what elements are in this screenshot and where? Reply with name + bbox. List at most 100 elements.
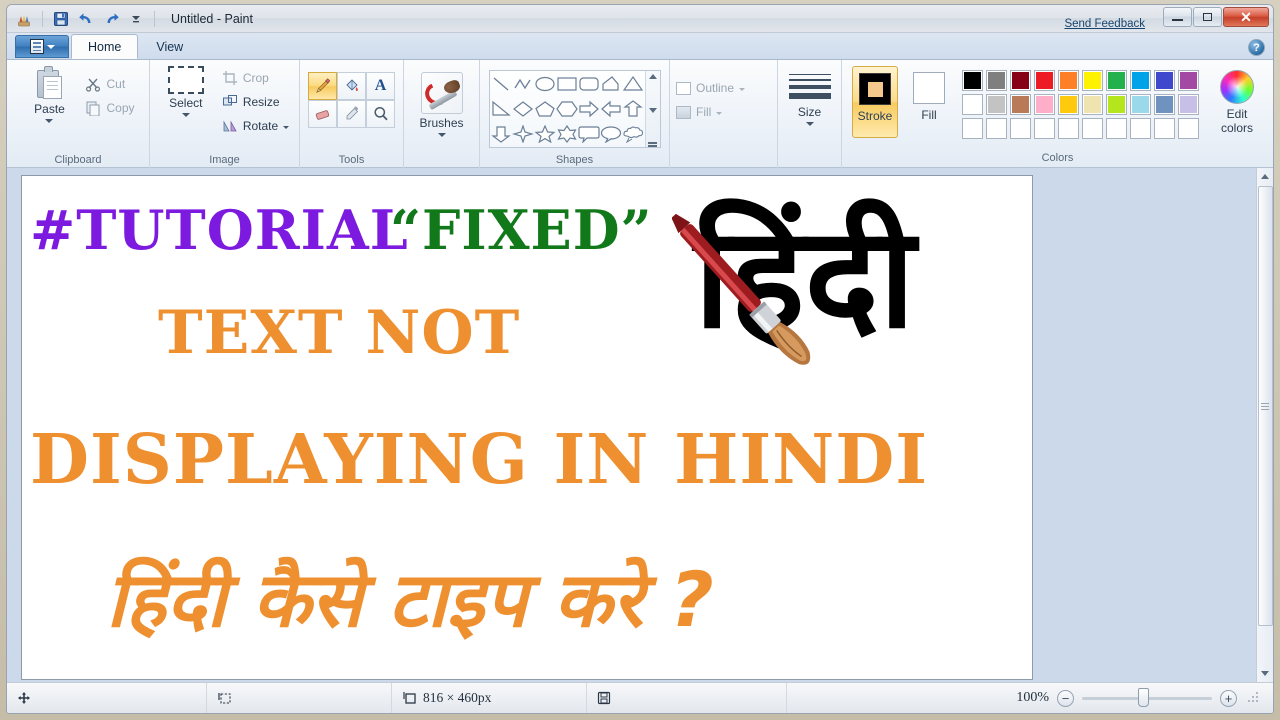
color-swatch[interactable] [1008, 68, 1032, 92]
pencil-tool[interactable] [308, 72, 337, 100]
paste-button[interactable]: Paste [21, 64, 77, 123]
select-button[interactable]: Select [160, 64, 212, 117]
rotate-button[interactable]: Rotate [222, 114, 289, 138]
shape-six-point-star[interactable] [556, 122, 578, 147]
save-icon[interactable] [50, 9, 72, 29]
zoom-slider-knob[interactable] [1138, 688, 1149, 707]
color-swatch[interactable] [1056, 68, 1080, 92]
zoom-out-button[interactable]: − [1057, 690, 1074, 707]
color-swatch[interactable] [1032, 68, 1056, 92]
text-tool[interactable]: A [366, 72, 395, 100]
color-swatch[interactable] [1080, 92, 1104, 116]
redo-icon[interactable] [100, 9, 122, 29]
color-swatch[interactable] [960, 92, 984, 116]
shape-oval-callout[interactable] [600, 122, 622, 147]
outline-button[interactable]: Outline [676, 76, 745, 100]
paint-app-icon[interactable] [13, 9, 35, 29]
shape-hexagon[interactable] [556, 96, 578, 121]
shape-pentagon[interactable] [534, 96, 556, 121]
color-swatch[interactable] [1128, 68, 1152, 92]
shape-line[interactable] [490, 71, 512, 96]
tab-view[interactable]: View [140, 35, 199, 59]
shape-oval[interactable] [534, 71, 556, 96]
color-swatch[interactable] [1128, 92, 1152, 116]
custom-color-swatch[interactable] [1104, 116, 1128, 140]
crop-button[interactable]: Crop [222, 66, 289, 90]
undo-icon[interactable] [75, 9, 97, 29]
window-resize-grip[interactable] [1247, 692, 1259, 704]
restore-button[interactable] [1193, 7, 1222, 27]
eraser-tool[interactable] [308, 100, 337, 128]
magnifier-tool[interactable] [366, 100, 395, 128]
color-swatch[interactable] [984, 92, 1008, 116]
cut-button[interactable]: Cut [85, 72, 134, 96]
color-swatch[interactable] [1176, 92, 1200, 116]
color-swatch[interactable] [1032, 92, 1056, 116]
rotate-chevron-down-icon[interactable] [283, 126, 289, 129]
shape-right-arrow[interactable] [578, 96, 600, 121]
shape-left-arrow[interactable] [600, 96, 622, 121]
custom-color-swatch[interactable] [1032, 116, 1056, 140]
stroke-color-button[interactable]: Stroke [852, 66, 898, 138]
color-swatch[interactable] [1008, 92, 1032, 116]
zoom-in-button[interactable]: + [1220, 690, 1237, 707]
brushes-chevron-down-icon[interactable] [438, 133, 446, 137]
shape-rectangle[interactable] [556, 71, 578, 96]
custom-color-swatch[interactable] [960, 116, 984, 140]
color-swatch[interactable] [1152, 68, 1176, 92]
color-swatch[interactable] [1104, 68, 1128, 92]
color-swatch[interactable] [960, 68, 984, 92]
zoom-slider[interactable] [1082, 691, 1212, 705]
minimize-button[interactable] [1163, 7, 1192, 27]
color-swatch[interactable] [1104, 92, 1128, 116]
copy-button[interactable]: Copy [85, 96, 134, 120]
shape-down-arrow[interactable] [490, 122, 512, 147]
shape-curve[interactable] [512, 71, 534, 96]
fill-with-color-tool[interactable] [337, 72, 366, 100]
brushes-button[interactable]: Brushes [410, 70, 474, 137]
custom-color-swatch[interactable] [1080, 116, 1104, 140]
shape-rounded-rectangle[interactable] [578, 71, 600, 96]
color-swatch[interactable] [1056, 92, 1080, 116]
color-swatch[interactable] [1176, 68, 1200, 92]
scroll-up-icon[interactable] [1257, 168, 1274, 185]
file-menu-button[interactable] [15, 35, 69, 58]
custom-color-swatch[interactable] [1056, 116, 1080, 140]
expand-gallery-icon[interactable] [648, 142, 657, 144]
shape-diamond[interactable] [512, 96, 534, 121]
tab-home[interactable]: Home [71, 34, 138, 59]
edit-colors-button[interactable]: Edit colors [1208, 66, 1266, 135]
shape-polygon[interactable] [600, 71, 622, 96]
resize-button[interactable]: Resize [222, 90, 289, 114]
custom-color-swatch[interactable] [984, 116, 1008, 140]
close-button[interactable]: ✕ [1223, 7, 1269, 27]
fill-button[interactable]: Fill [676, 100, 722, 124]
shapes-scrollbar[interactable] [645, 71, 660, 147]
custom-color-swatch[interactable] [1128, 116, 1152, 140]
scroll-down-icon[interactable] [649, 108, 657, 113]
select-chevron-down-icon[interactable] [182, 113, 190, 117]
color-picker-tool[interactable] [337, 100, 366, 128]
shape-five-point-star[interactable] [534, 122, 556, 147]
send-feedback-link[interactable]: Send Feedback [1064, 18, 1145, 30]
customize-caret-icon[interactable] [125, 9, 147, 29]
size-chevron-down-icon[interactable] [806, 122, 814, 126]
fill-color-button[interactable]: Fill [906, 66, 952, 138]
scroll-down-icon[interactable] [1257, 665, 1274, 682]
custom-color-swatch[interactable] [1008, 116, 1032, 140]
help-icon[interactable]: ? [1248, 39, 1265, 56]
custom-color-swatch[interactable] [1176, 116, 1200, 140]
custom-color-swatch[interactable] [1152, 116, 1176, 140]
shape-rounded-callout[interactable] [578, 122, 600, 147]
color-swatch[interactable] [1152, 92, 1176, 116]
shape-four-point-star[interactable] [512, 122, 534, 147]
outline-chevron-down-icon[interactable] [739, 88, 745, 91]
canvas-vertical-scrollbar[interactable] [1256, 168, 1273, 682]
size-button[interactable]: Size [784, 68, 836, 126]
color-swatch[interactable] [984, 68, 1008, 92]
vertical-scroll-thumb[interactable] [1258, 186, 1273, 626]
shape-triangle[interactable] [622, 71, 644, 96]
shape-right-triangle[interactable] [490, 96, 512, 121]
paint-canvas[interactable]: #TUTORIAL “FIXED” हिंदी [21, 175, 1033, 680]
fill-chevron-down-icon[interactable] [716, 112, 722, 115]
